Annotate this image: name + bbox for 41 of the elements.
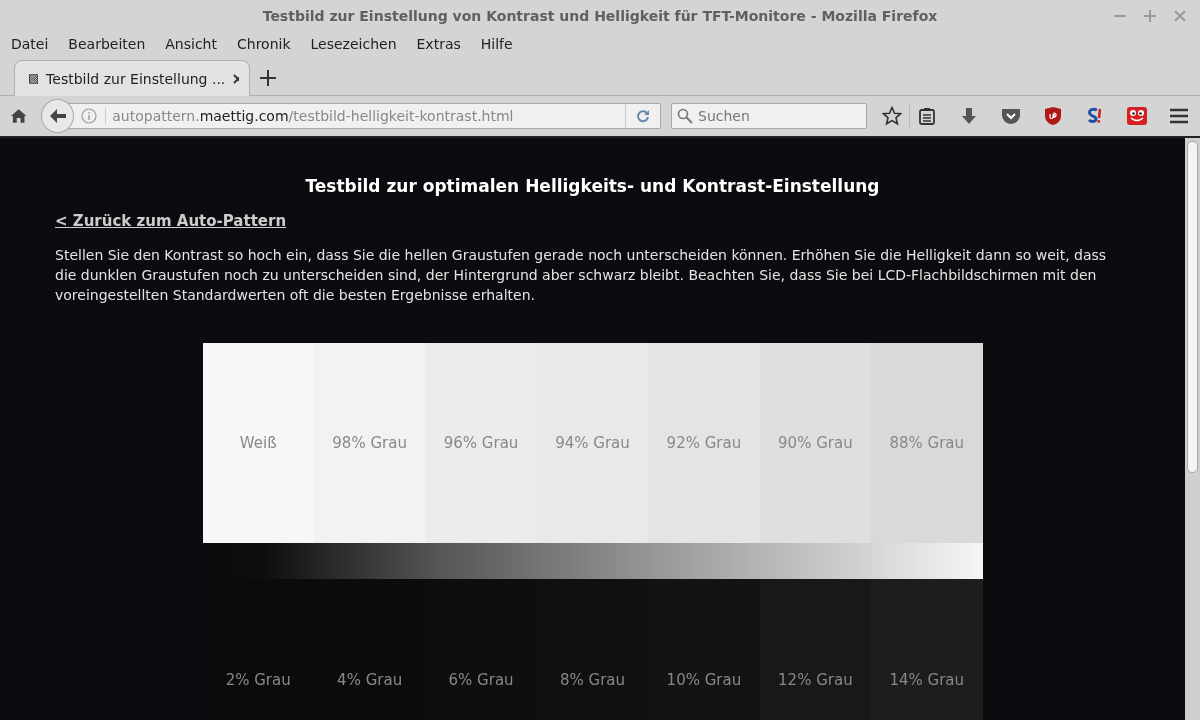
back-arrow-icon xyxy=(48,108,67,124)
tab-title: Testbild zur Einstellung ... xyxy=(46,70,226,87)
browser-tab[interactable]: Testbild zur Einstellung ... xyxy=(14,60,250,96)
brightness-swatch: 96% Grau xyxy=(425,343,537,543)
brightness-swatch: 88% Grau xyxy=(871,343,983,543)
intro-paragraph: Stellen Sie den Kontrast so hoch ein, dass Sie die hellen Graustufen gerade noch unterscheiden können. Erhöhen Sie die Helligkeit dann so weit, dass die dunklen Graustufen noch zu unterscheiden sind, der Hintergrund aber schwarz bleibt. Beachten Sie, dass Sie bei LCD-Flachbildschirmen mit den voreingestellten Standardwerten oft die besten Ergebnisse erhalten. xyxy=(55,246,1108,305)
brightness-swatch: 10% Grau xyxy=(648,579,760,720)
brightness-swatch: 90% Grau xyxy=(759,343,872,543)
search-field[interactable]: Suchen xyxy=(671,103,867,129)
home-icon[interactable] xyxy=(10,108,28,124)
brightness-swatch: 8% Grau xyxy=(536,579,649,720)
back-link[interactable]: < Zurück zum Auto-Pattern xyxy=(55,212,287,230)
window-title: Testbild zur Einstellung von Kontrast und Helligkeit für TFT-Monitore - Mozilla Firefox xyxy=(262,8,938,24)
smiley-icon[interactable] xyxy=(1126,105,1148,127)
bookmark-star-icon[interactable] xyxy=(881,105,903,127)
menu-item[interactable]: Chronik xyxy=(237,36,291,52)
reload-icon[interactable] xyxy=(636,109,650,123)
menu-item[interactable]: Ansicht xyxy=(165,36,217,52)
new-tab-icon[interactable] xyxy=(260,70,276,86)
brightness-swatch: 92% Grau xyxy=(648,343,760,543)
scrollbar-thumb[interactable] xyxy=(1187,141,1198,473)
page-heading: Testbild zur optimalen Helligkeits- und Kontrast-Einstellung xyxy=(304,176,881,196)
brightness-swatch: 2% Grau xyxy=(202,579,314,720)
shield-icon[interactable] xyxy=(1042,105,1064,127)
menu-item[interactable]: Extras xyxy=(416,36,461,52)
url-text: autopattern.maettig.com/testbild-helligkeit-kontrast.html xyxy=(105,108,625,124)
brightness-swatch: 4% Grau xyxy=(313,579,426,720)
menu-item[interactable]: Hilfe xyxy=(480,36,513,52)
brightness-swatch: 12% Grau xyxy=(759,579,872,720)
brightness-swatch: 94% Grau xyxy=(536,343,649,543)
address-bar[interactable]: autopattern.maettig.com/testbild-helligkeit-kontrast.html xyxy=(68,103,661,129)
brightness-swatch: 98% Grau xyxy=(313,343,426,543)
menu-item[interactable]: Bearbeiten xyxy=(68,36,146,52)
brightness-swatch: Weiß xyxy=(202,343,314,543)
menu-item[interactable]: Lesezeichen xyxy=(310,36,397,52)
menu-item[interactable]: Datei xyxy=(11,36,49,52)
clipboard-list-icon[interactable] xyxy=(916,105,938,127)
scrollbar[interactable] xyxy=(1185,138,1200,720)
back-button[interactable] xyxy=(41,99,75,133)
close-tab-icon[interactable] xyxy=(233,73,239,84)
brightness-swatch: 14% Grau xyxy=(871,579,983,720)
